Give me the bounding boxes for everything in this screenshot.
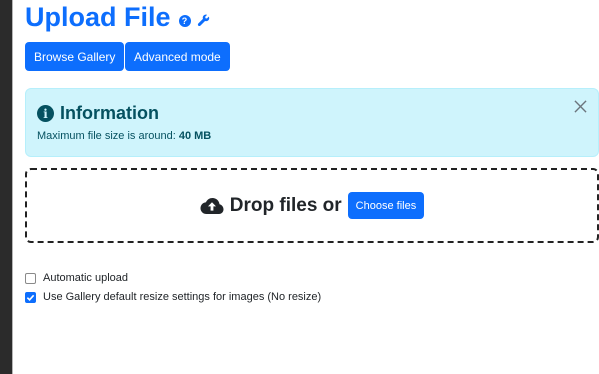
alert-title: Information (60, 103, 159, 123)
info-alert: i Information Maximum file size is aroun… (25, 88, 599, 157)
file-dropzone[interactable]: Drop files or Choose files (25, 168, 599, 243)
automatic-upload-label: Automatic upload (43, 272, 128, 284)
default-resize-checkbox[interactable] (25, 291, 36, 303)
close-icon[interactable] (573, 99, 587, 113)
advanced-mode-button[interactable]: Advanced mode (125, 42, 230, 71)
max-file-size: 40 MB (178, 130, 212, 142)
automatic-upload-option[interactable]: Automatic upload (25, 272, 128, 284)
default-resize-option[interactable]: Use Gallery default resize settings for … (25, 291, 321, 303)
question-circle-icon[interactable]: ? (178, 14, 191, 27)
alert-message: Maximum file size is around: 40 MB (37, 130, 211, 142)
cloud-upload-icon (200, 197, 224, 215)
upload-page: Upload File ? Browse Gallery Advanced mo… (12, 0, 599, 374)
page-title: Upload File ? (25, 2, 210, 33)
alert-message-prefix: Maximum file size is around: (37, 130, 179, 142)
automatic-upload-checkbox[interactable] (25, 272, 36, 284)
dropzone-label: Drop files or (229, 194, 342, 216)
checkmark-icon (26, 294, 35, 301)
default-resize-label: Use Gallery default resize settings for … (43, 291, 322, 303)
alert-heading: i Information (37, 103, 159, 124)
browse-gallery-button[interactable]: Browse Gallery (25, 42, 125, 71)
wrench-icon[interactable] (197, 14, 210, 27)
page-title-text: Upload File (25, 2, 171, 32)
choose-files-button[interactable]: Choose files (347, 192, 425, 219)
info-circle-icon: i (37, 105, 54, 122)
